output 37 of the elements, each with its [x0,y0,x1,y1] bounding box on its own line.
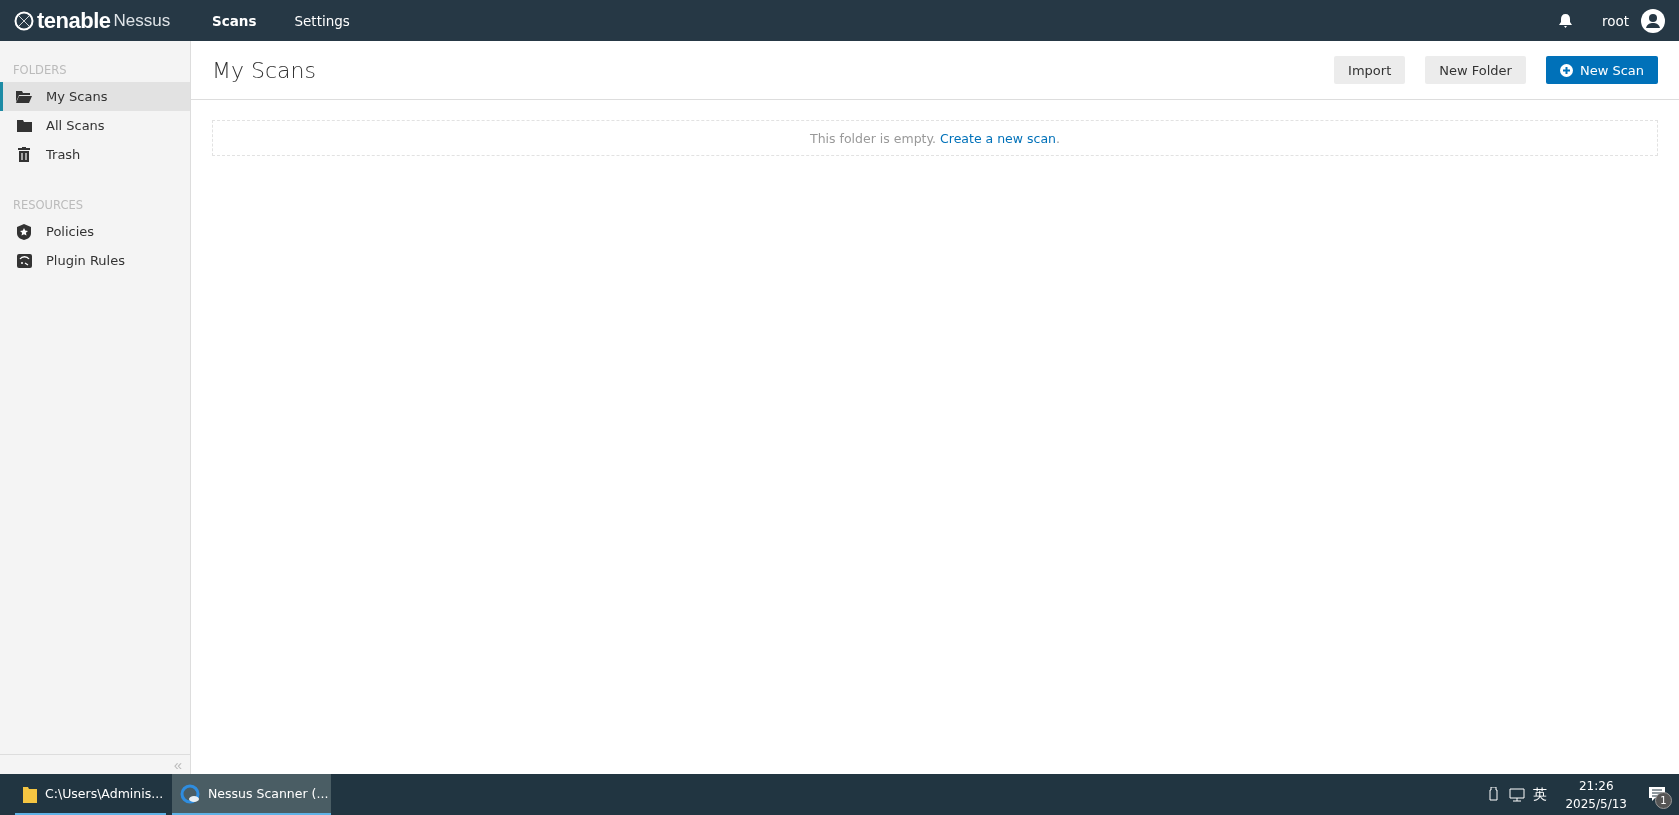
toolbar-button[interactable]: New Folder [1425,56,1526,84]
browser-icon [180,783,200,804]
brand-name: tenable [37,7,111,34]
rules-icon [16,253,32,268]
sidebar-item[interactable]: My Scans [0,82,190,111]
bell-icon[interactable] [1558,13,1572,28]
sidebar-item[interactable]: Trash [0,140,190,169]
notification-count: 1 [1655,792,1672,809]
sidebar-item[interactable]: Plugin Rules [0,246,190,275]
folder-icon [23,784,37,803]
nav-tab[interactable]: Settings [294,12,350,29]
shield-star-icon [17,223,31,240]
page-title: My Scans [212,57,317,83]
sidebar-item[interactable]: All Scans [0,111,190,140]
folder-icon [16,119,32,132]
folder-open-icon [16,90,32,103]
section-heading: FOLDERS [12,63,68,77]
toolbar-button[interactable]: Import [1334,56,1406,84]
taskbar-item[interactable]: Nessus Scanner (... [172,774,331,815]
avatar-icon[interactable] [1641,8,1665,33]
empty-message: This folder is empty. Create a new scan. [810,130,1060,146]
taskbar-item[interactable]: C:\Users\Adminis... [15,774,166,815]
section-heading: RESOURCES [12,198,85,212]
sidebar-item[interactable]: Policies [0,217,190,246]
network-icon[interactable] [1509,787,1526,802]
user-name[interactable]: root [1601,12,1629,29]
clock[interactable]: 21:26 2025/5/13 [1565,776,1627,813]
create-scan-link[interactable]: Create a new scan [940,130,1056,146]
plus-circle-icon [1559,63,1573,77]
input-method[interactable]: 英 [1533,785,1548,804]
nav-tab[interactable]: Scans [212,12,257,29]
taskbar-label: C:\Users\Adminis... [45,786,164,801]
toolbar-button[interactable]: New Scan [1545,56,1658,84]
taskbar-label: Nessus Scanner (... [208,786,329,801]
trash-icon [18,147,30,162]
product-name: Nessus [113,10,171,31]
logo-icon [14,10,34,31]
